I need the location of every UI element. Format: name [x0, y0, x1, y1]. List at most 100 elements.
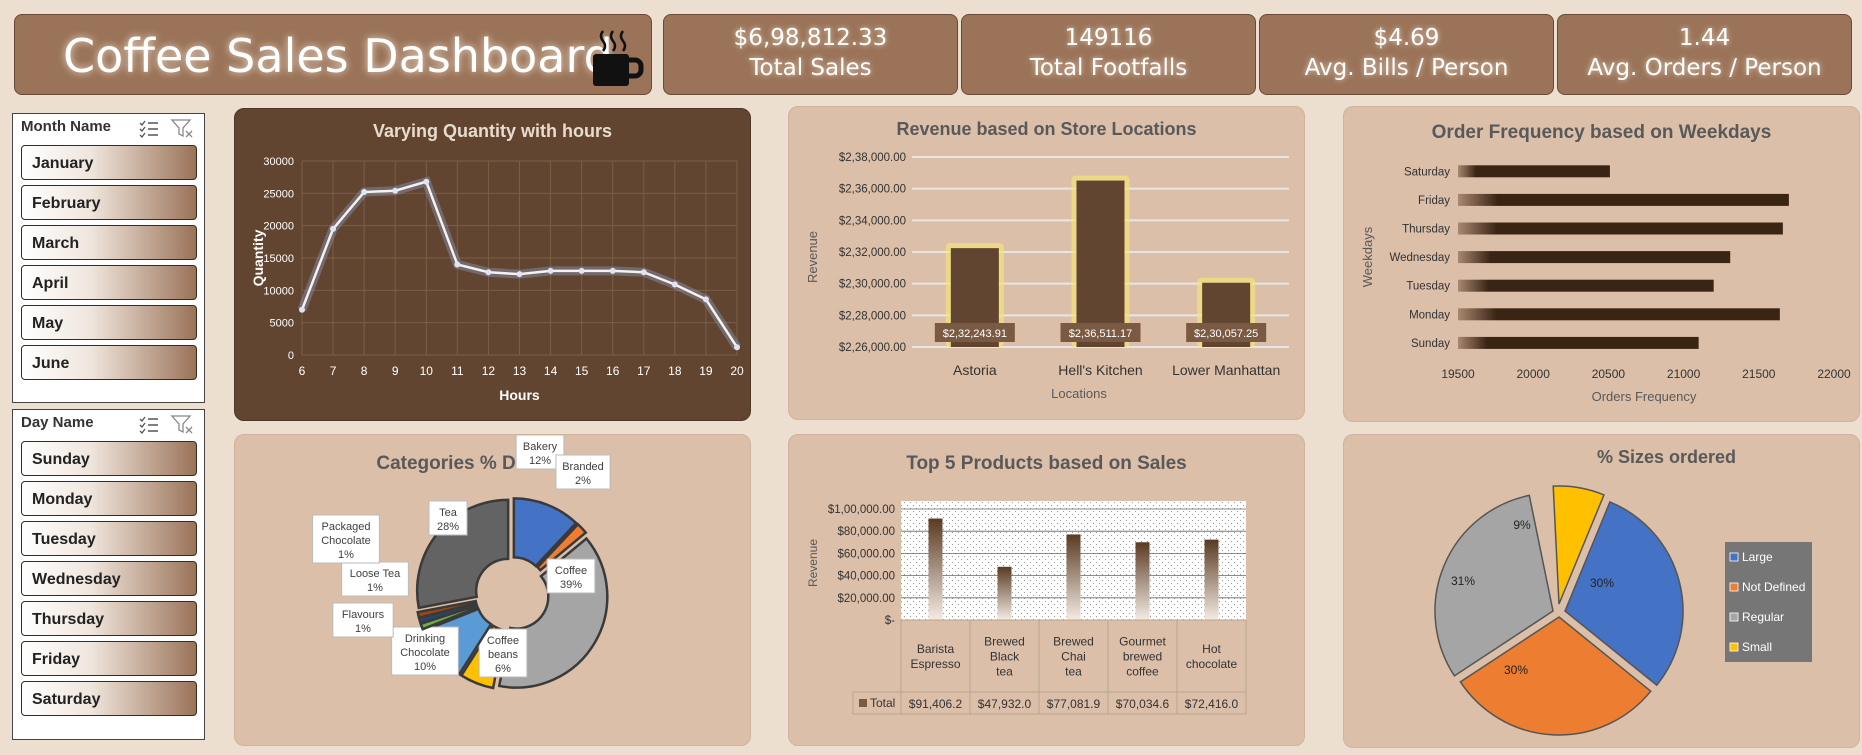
y-tick-label: $2,26,000.00	[839, 342, 906, 354]
y-tick-label: 25000	[263, 188, 294, 200]
clear-filter-icon[interactable]	[170, 415, 193, 434]
data-label-percent: 6%	[495, 663, 511, 675]
slicer-item-may[interactable]: May	[21, 305, 197, 340]
data-label: 30%	[1504, 663, 1528, 677]
data-label: $2,32,243.91	[943, 328, 1007, 340]
weekday-bar-chart: Saturday Friday Thursday Wednesday Tuesday Mo…	[1360, 165, 1851, 404]
legend-label: Large	[1742, 550, 1773, 564]
page-title: Coffee Sales Dashboard	[63, 29, 613, 83]
slicer-item-march[interactable]: March	[21, 225, 197, 260]
data-point	[578, 267, 585, 274]
data-label-percent: 12%	[529, 455, 551, 467]
clear-filter-icon[interactable]	[170, 119, 193, 138]
products-bar-chart: $- $20,000.00 $40,000.00 $60,000.00 $80,000.…	[806, 501, 1247, 715]
bar	[928, 518, 943, 620]
bar	[1458, 222, 1783, 235]
x-axis-label: Orders Frequency	[1592, 389, 1697, 404]
sizes-pie-chart: 30% 30% 31% 9% Large Not Defined Regular Small	[1434, 485, 1812, 736]
table-cell: $77,081.9	[1047, 697, 1101, 711]
x-tick-label: 8	[361, 364, 368, 378]
data-label: 9%	[1513, 518, 1531, 532]
slicer-item-sunday[interactable]: Sunday	[21, 441, 197, 476]
data-label: 30%	[1590, 576, 1614, 590]
x-tick-label: 6	[299, 364, 306, 378]
legend-label: Small	[1742, 640, 1772, 654]
chart-panel-hours: Varying Quantity with hours 0 5000 10000 15…	[234, 108, 751, 421]
slicer-item-january[interactable]: January	[21, 145, 197, 180]
multi-select-icon[interactable]	[139, 120, 158, 138]
kpi-label: Total Sales	[749, 55, 872, 81]
data-point	[734, 344, 740, 351]
slicer-item-friday[interactable]: Friday	[21, 641, 197, 676]
data-label-percent: 39%	[560, 579, 582, 591]
legend-key	[1729, 582, 1739, 592]
x-tick-label: 16	[606, 364, 620, 378]
table-cell: $47,932.0	[978, 697, 1032, 711]
slicer-header: Month Name	[13, 114, 204, 142]
data-label: Chocolate	[400, 647, 450, 659]
data-label: Loose Tea	[350, 568, 401, 580]
bar	[997, 566, 1012, 620]
data-label-percent: 10%	[414, 661, 436, 673]
category-label: coffee	[1126, 665, 1159, 679]
kpi-label: Avg. Orders / Person	[1587, 55, 1822, 81]
bar	[1458, 308, 1780, 321]
y-axis-label: Weekdays	[1360, 226, 1375, 287]
y-tick-label: $60,000.00	[837, 548, 895, 560]
x-tick-label: Lower Manhattan	[1172, 362, 1280, 378]
y-tick-label: $2,28,000.00	[839, 310, 906, 322]
y-tick-label: 5000	[270, 318, 294, 330]
x-tick-label: 19500	[1441, 367, 1475, 381]
kpi-value: 149116	[1064, 25, 1153, 51]
x-tick-label: 21500	[1742, 367, 1776, 381]
slicer-item-wednesday[interactable]: Wednesday	[21, 561, 197, 596]
x-axis-label: Hours	[499, 387, 540, 403]
data-label: Branded	[562, 461, 604, 473]
kpi-value: $4.69	[1373, 25, 1440, 51]
y-tick-label: Thursday	[1402, 224, 1450, 236]
slicer-item-saturday[interactable]: Saturday	[21, 681, 197, 716]
legend-key	[1729, 642, 1739, 652]
data-label-percent: 1%	[367, 582, 383, 594]
y-tick-label: $2,38,000.00	[839, 152, 906, 164]
bar	[1135, 542, 1150, 620]
y-tick-label: Wednesday	[1389, 252, 1450, 264]
y-tick-label: $80,000.00	[837, 526, 895, 538]
kpi-total-footfalls: 149116 Total Footfalls	[961, 14, 1256, 95]
slicer-item-june[interactable]: June	[21, 345, 197, 380]
data-point	[330, 225, 337, 232]
data-point	[516, 271, 523, 278]
kpi-value: 1.44	[1678, 25, 1731, 51]
category-label: Black	[990, 650, 1020, 664]
slicer-item-thursday[interactable]: Thursday	[21, 601, 197, 636]
slicer-item-monday[interactable]: Monday	[21, 481, 197, 516]
bar	[1066, 534, 1081, 620]
kpi-label: Total Footfalls	[1029, 55, 1188, 81]
chart-panel-products: Top 5 Products based on Sales $- $20,000.…	[788, 434, 1305, 746]
chart-panel-sizes: % Sizes ordered 30% 30% 31% 9% Large Not Defi…	[1343, 434, 1860, 748]
category-label: tea	[1065, 665, 1082, 679]
slicer-item-february[interactable]: February	[21, 185, 197, 220]
data-label: Coffee	[555, 565, 587, 577]
slicer-tools	[139, 119, 193, 138]
data-point	[423, 178, 430, 185]
data-label: beans	[488, 649, 518, 661]
slicer-item-april[interactable]: April	[21, 265, 197, 300]
y-tick-label: 20000	[263, 221, 294, 233]
x-tick-label: 7	[330, 364, 337, 378]
x-tick-label: 18	[668, 364, 682, 378]
bar	[1204, 539, 1219, 620]
slicer-title: Day Name	[21, 414, 94, 431]
y-tick-label: 10000	[263, 285, 294, 297]
slicer-item-tuesday[interactable]: Tuesday	[21, 521, 197, 556]
slicer-header: Day Name	[13, 410, 204, 438]
location-bar-chart: $2,26,000.00 $2,28,000.00 $2,30,000.00 $2,3…	[805, 152, 1289, 401]
legend-label: Regular	[1742, 610, 1784, 624]
data-point	[547, 267, 554, 274]
y-tick-label: Tuesday	[1406, 281, 1450, 293]
multi-select-icon[interactable]	[139, 416, 158, 434]
data-label: $2,36,511.17	[1069, 328, 1132, 340]
y-tick-label: $2,32,000.00	[839, 247, 906, 259]
y-tick-label: $-	[885, 615, 895, 627]
kpi-value: $6,98,812.33	[733, 25, 888, 51]
